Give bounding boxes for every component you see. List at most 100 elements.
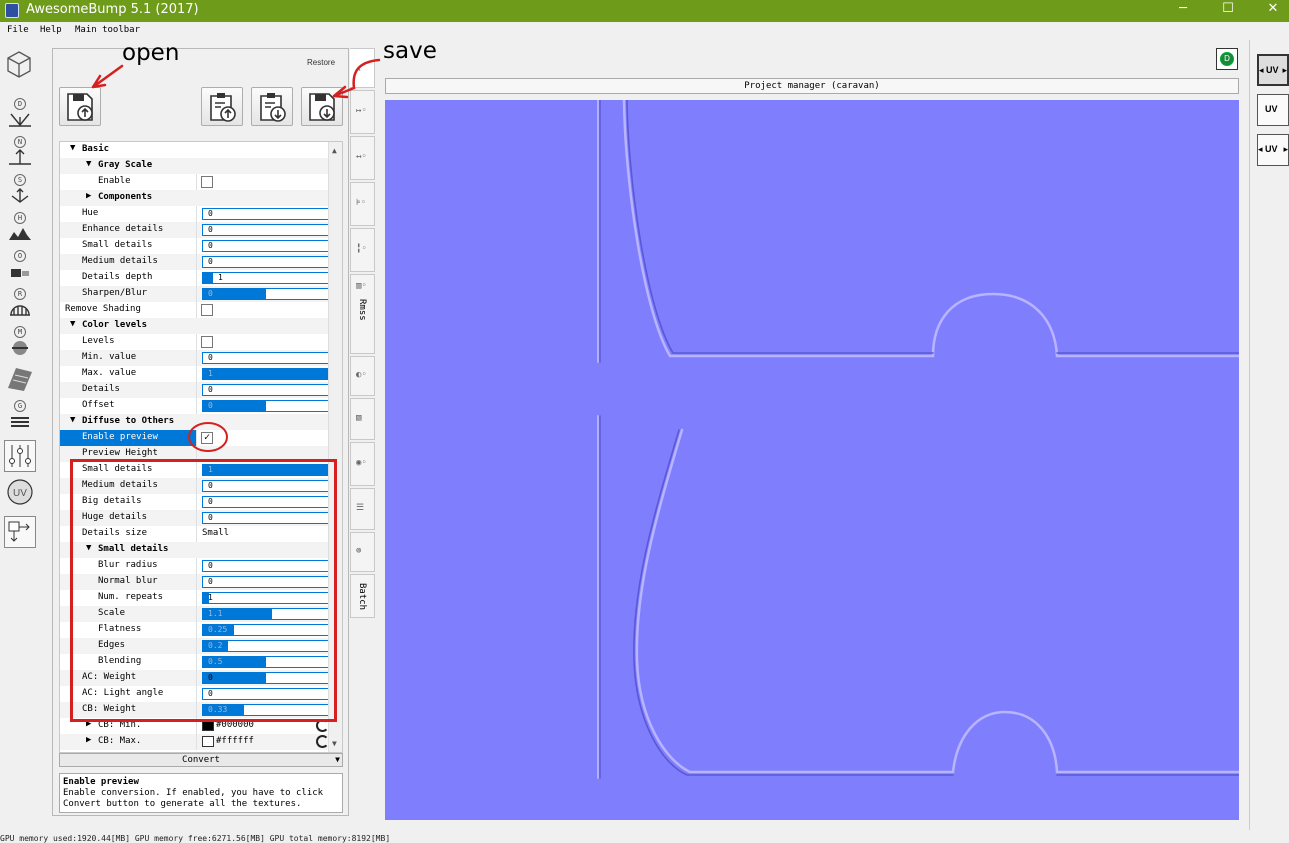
tab-occlusion[interactable]: ◐◦ bbox=[350, 356, 375, 396]
sharpen-blur-slider[interactable]: 0 bbox=[202, 288, 329, 300]
uv-mode-button[interactable]: UV ◂ ▸ bbox=[1257, 54, 1289, 86]
scroll-up-icon[interactable]: ▲ bbox=[332, 146, 337, 155]
app-icon bbox=[5, 3, 19, 18]
medium-details-input[interactable]: 0 bbox=[202, 256, 329, 268]
prop-row: Enable bbox=[60, 174, 330, 190]
group-diffuse-to-others[interactable]: ▼ Diffuse to Others bbox=[60, 414, 330, 430]
cube-icon bbox=[7, 51, 31, 78]
prop-value: 0 bbox=[208, 353, 213, 362]
tab-height[interactable]: ╏◦ bbox=[350, 228, 375, 272]
minimize-button[interactable]: ─ bbox=[1160, 0, 1206, 22]
prop-value: 0 bbox=[208, 257, 213, 266]
menu-main-toolbar[interactable]: Main toolbar bbox=[75, 25, 140, 35]
arrow-left-icon: ◂ bbox=[1259, 65, 1264, 75]
tool-height[interactable]: H bbox=[4, 212, 36, 246]
enable-checkbox[interactable] bbox=[201, 176, 213, 188]
grunge-tab-icon: ▧ bbox=[356, 413, 362, 423]
tab-grunge[interactable]: ▧ bbox=[350, 398, 375, 440]
tab-diffuse[interactable]: ↦◦ bbox=[350, 90, 375, 134]
tab-material[interactable]: ◉◦ bbox=[350, 442, 375, 486]
save-annotation: save bbox=[383, 38, 437, 64]
paste-up-button[interactable] bbox=[201, 87, 243, 126]
prop-row: Hue 0 bbox=[60, 206, 330, 222]
window-title: AwesomeBump 5.1 (2017) bbox=[26, 2, 199, 17]
scroll-down-icon[interactable]: ▼ bbox=[332, 739, 337, 748]
uv-icon: UV bbox=[1265, 104, 1278, 114]
status-bar: GPU memory used:1920.44[MB] GPU memory f… bbox=[0, 834, 391, 843]
group-label: Diffuse to Others bbox=[82, 416, 175, 426]
group-components[interactable]: ▶ Components bbox=[60, 190, 330, 206]
prop-label: Details depth bbox=[82, 272, 153, 282]
tab-normal[interactable]: ↤◦ bbox=[350, 136, 375, 180]
tool-diffuse[interactable]: D bbox=[4, 98, 36, 132]
help-text: Enable conversion. If enabled, you have … bbox=[63, 788, 324, 809]
small-details-input[interactable]: 0 bbox=[202, 240, 329, 252]
prop-value: 0 bbox=[208, 241, 213, 250]
tab-settings[interactable]: ⊚ bbox=[350, 532, 375, 572]
menu-help[interactable]: Help bbox=[40, 25, 62, 35]
diffuse-tab-icon: ↦◦ bbox=[356, 106, 367, 116]
project-manager-button[interactable]: Project manager (caravan) bbox=[385, 78, 1239, 94]
details-input[interactable]: 0 bbox=[202, 384, 329, 396]
cb-max-color-swatch[interactable] bbox=[202, 736, 214, 747]
group-basic[interactable]: ▼ Basic bbox=[60, 142, 330, 158]
tool-roughness[interactable]: R bbox=[4, 288, 36, 322]
height-tab-icon: ╏◦ bbox=[356, 244, 367, 254]
tool-settings[interactable] bbox=[4, 440, 36, 472]
tool-occlusion[interactable]: O bbox=[4, 250, 36, 284]
restore-button[interactable]: Restore bbox=[307, 58, 335, 67]
levels-checkbox[interactable] bbox=[201, 336, 213, 348]
prop-row: Enhance details 0 bbox=[60, 222, 330, 238]
convert-label: Convert bbox=[182, 755, 220, 765]
tab-rmss[interactable]: ▥◦ Rmss bbox=[350, 274, 375, 354]
save-button[interactable] bbox=[301, 87, 343, 126]
min-value-input[interactable]: 0 bbox=[202, 352, 329, 364]
open-icon bbox=[67, 93, 93, 121]
menu-file[interactable]: File bbox=[7, 25, 29, 35]
group-label: Components bbox=[98, 192, 153, 202]
prop-row: Small details 0 bbox=[60, 238, 330, 254]
uv-move-button[interactable]: UV ◂ ▸ bbox=[1257, 134, 1289, 166]
collapse-tab[interactable]: ‹ bbox=[350, 48, 375, 88]
height-icon bbox=[9, 228, 31, 240]
tool-badge: M bbox=[14, 326, 26, 338]
rmss-tab-icon: ▥◦ bbox=[356, 281, 367, 291]
expand-arrow-icon: ▶ bbox=[86, 735, 92, 745]
enhance-details-input[interactable]: 0 bbox=[202, 224, 329, 236]
tool-normal[interactable]: N bbox=[4, 136, 36, 170]
group-label: Gray Scale bbox=[98, 160, 153, 170]
prop-value: 0 bbox=[208, 209, 213, 218]
tool-export[interactable] bbox=[4, 516, 36, 548]
hue-input[interactable]: 0 bbox=[202, 208, 329, 220]
tool-badge: O bbox=[14, 250, 26, 262]
tool-layers[interactable]: G bbox=[4, 400, 36, 434]
paste-down-button[interactable] bbox=[251, 87, 293, 126]
prop-label: Max. value bbox=[82, 368, 137, 378]
open-button[interactable] bbox=[59, 87, 101, 126]
tab-list[interactable]: ☰ bbox=[350, 488, 375, 530]
group-gray-scale[interactable]: ▼ Gray Scale bbox=[60, 158, 330, 174]
uv-scale-button[interactable]: UV bbox=[1257, 94, 1289, 126]
prop-row: Enable preview ✓ bbox=[60, 430, 330, 446]
tool-grunge[interactable] bbox=[4, 364, 36, 398]
group-color-levels[interactable]: ▼ Color levels bbox=[60, 318, 330, 334]
prop-row: Medium details 0 bbox=[60, 254, 330, 270]
max-value-slider[interactable]: 1 bbox=[202, 368, 329, 380]
d-status-button[interactable]: D bbox=[1216, 48, 1238, 70]
close-button[interactable]: ✕ bbox=[1250, 0, 1289, 22]
tab-batch[interactable]: Batch bbox=[350, 574, 375, 618]
prop-label: Levels bbox=[82, 336, 115, 346]
texture-viewport[interactable] bbox=[385, 100, 1239, 820]
convert-button[interactable]: Convert ▼ bbox=[59, 753, 343, 767]
remove-shading-checkbox[interactable] bbox=[201, 304, 213, 316]
tool-3d-view[interactable] bbox=[4, 50, 36, 84]
dropdown-arrow-icon[interactable]: ▼ bbox=[335, 754, 340, 766]
details-depth-slider[interactable]: 1 bbox=[202, 272, 329, 284]
offset-slider[interactable]: 0 bbox=[202, 400, 329, 412]
tool-uv[interactable]: UV bbox=[4, 478, 36, 512]
maximize-button[interactable]: ☐ bbox=[1205, 0, 1251, 22]
enable-preview-checkbox[interactable]: ✓ bbox=[201, 432, 213, 444]
tool-specular[interactable]: S bbox=[4, 174, 36, 208]
tab-specular[interactable]: ⊧◦ bbox=[350, 182, 375, 226]
tool-metallic[interactable]: M bbox=[4, 326, 36, 360]
